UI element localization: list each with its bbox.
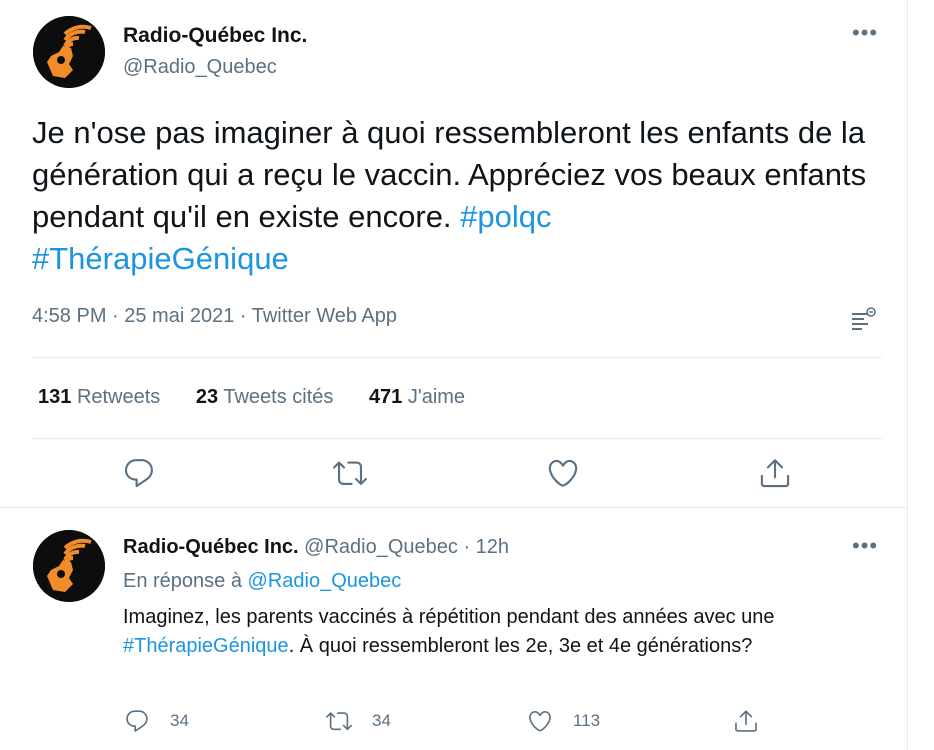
likes-count: 471: [368, 386, 403, 408]
reply-count: 34: [170, 711, 189, 730]
reply-like-button[interactable]: 113: [527, 708, 600, 734]
reply-text-part-2: . À quoi ressembleront les 2e, 3e et 4e …: [288, 635, 753, 657]
retweet-count: 34: [372, 711, 391, 730]
tweet-stats: 131 Retweets 23 Tweets cités 471 J'aime: [38, 386, 495, 409]
like-icon[interactable]: [546, 456, 580, 490]
like-icon: [529, 710, 551, 732]
retweets-stat[interactable]: 131 Retweets: [38, 386, 160, 408]
reply-icon: [126, 710, 148, 732]
likes-stat[interactable]: 471 J'aime: [369, 386, 465, 408]
quotes-label: Tweets cités: [223, 386, 334, 408]
share-icon[interactable]: [758, 456, 792, 490]
likes-label: J'aime: [407, 386, 466, 408]
hashtag-polqc[interactable]: #polqc: [460, 199, 551, 234]
reply-reply-button[interactable]: 34: [124, 708, 189, 734]
timeline-column: Radio-Québec Inc. @Radio_Quebec ••• Je n…: [0, 0, 908, 750]
reply-author-handle-time[interactable]: @Radio_Quebec · 12h: [304, 536, 509, 558]
quotes-count: 23: [195, 386, 219, 408]
more-options-icon[interactable]: •••: [852, 22, 878, 44]
reply-to-prefix: En réponse à: [123, 570, 248, 592]
retweet-icon[interactable]: [333, 456, 367, 490]
reply-author-line: Radio-Québec Inc. @Radio_Quebec · 12h: [123, 536, 509, 559]
divider: [32, 357, 882, 358]
reply-more-options-icon[interactable]: •••: [852, 535, 878, 557]
reply-to-handle[interactable]: @Radio_Quebec: [248, 570, 402, 592]
reply-hashtag-therapiegenique[interactable]: #ThérapieGénique: [123, 635, 289, 657]
author-avatar[interactable]: [33, 16, 105, 88]
reply-author-avatar[interactable]: [33, 530, 105, 602]
share-icon: [735, 710, 757, 732]
divider: [32, 438, 882, 439]
reply-icon[interactable]: [122, 456, 156, 490]
author-name[interactable]: Radio-Québec Inc.: [123, 24, 307, 48]
radio-logo-icon: [33, 530, 105, 602]
author-handle[interactable]: @Radio_Quebec: [123, 56, 277, 79]
reply-text: Imaginez, les parents vaccinés à répétit…: [123, 603, 883, 661]
main-tweet: Radio-Québec Inc. @Radio_Quebec ••• Je n…: [0, 0, 908, 508]
tweet-text-body: Je n'ose pas imaginer à quoi ressemblero…: [32, 115, 867, 234]
reply-to-line: En réponse à @Radio_Quebec: [123, 570, 401, 593]
reply-text-part-1: Imaginez, les parents vaccinés à répétit…: [123, 606, 775, 628]
reply-author-name[interactable]: Radio-Québec Inc.: [123, 536, 299, 558]
radio-logo-icon: [33, 16, 105, 88]
tweet-timestamp[interactable]: 4:58 PM · 25 mai 2021 · Twitter Web App: [32, 305, 397, 328]
reply-share-button[interactable]: [733, 708, 779, 734]
retweet-icon: [326, 712, 352, 731]
hashtag-therapiegenique[interactable]: #ThérapieGénique: [32, 241, 289, 276]
like-count: 113: [573, 711, 601, 730]
retweets-count: 131: [38, 386, 72, 408]
tweet-text: Je n'ose pas imaginer à quoi ressemblero…: [32, 112, 892, 280]
retweets-label: Retweets: [76, 386, 161, 408]
quotes-stat[interactable]: 23 Tweets cités: [196, 386, 334, 408]
reply-retweet-button[interactable]: 34: [326, 708, 391, 734]
analytics-icon[interactable]: [848, 305, 878, 335]
